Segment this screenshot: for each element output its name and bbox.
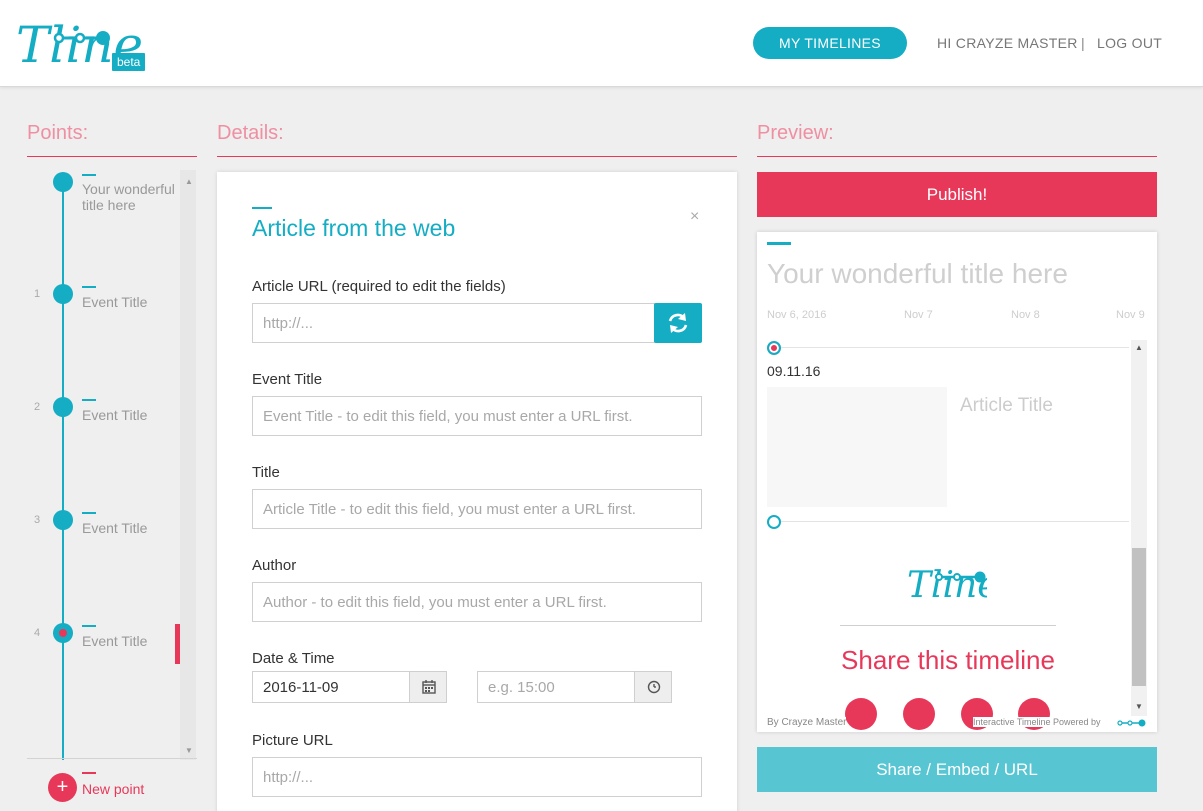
new-point-dash [82, 772, 96, 774]
time-input[interactable] [477, 671, 635, 703]
points-list: Your wonderful title here 1 Event Title … [27, 160, 197, 760]
point-circle-icon [53, 172, 73, 192]
powered-by-logo-icon[interactable] [1116, 718, 1146, 728]
points-heading-rule [27, 156, 197, 157]
logout-link[interactable]: LOG OUT [1097, 35, 1162, 51]
points-scrollbar[interactable] [180, 170, 196, 760]
date-input[interactable] [252, 671, 410, 703]
preview-author-credit: By Crayze Master [767, 717, 847, 728]
point-circle-icon [53, 284, 73, 304]
new-point-button[interactable]: + [48, 773, 77, 802]
title-label: Title [252, 464, 280, 481]
active-point-marker [175, 624, 180, 664]
details-heading-rule [217, 156, 737, 157]
picture-url-label: Picture URL [252, 732, 333, 749]
point-dash [82, 625, 96, 627]
point-label: Your wonderful title here [82, 181, 175, 213]
datetime-label: Date & Time [252, 650, 335, 667]
preview-event-line [767, 347, 1129, 348]
refresh-button[interactable] [654, 303, 702, 343]
point-number: 2 [34, 401, 41, 413]
point-circle-icon [53, 397, 73, 417]
facebook-icon[interactable] [845, 698, 877, 730]
point-dash [82, 399, 96, 401]
preview-event-dot-icon[interactable] [767, 341, 781, 355]
share-divider [840, 625, 1056, 626]
preview-heading: Preview: [757, 122, 834, 144]
scroll-up-icon[interactable]: ▲ [185, 177, 193, 186]
preview-title-accent [767, 242, 791, 245]
event-title-label: Event Title [252, 371, 323, 388]
point-number: 4 [34, 627, 41, 639]
preview-event-date: 09.11.16 [767, 363, 821, 379]
timeline-preview: Your wonderful title here Nov 6, 2016 No… [757, 232, 1157, 732]
points-heading: Points: [27, 122, 89, 144]
new-point-label[interactable]: New point [82, 781, 144, 797]
picture-url-input[interactable] [252, 757, 702, 797]
points-timeline-line [62, 182, 64, 760]
app-header: Tline beta MY TIMELINES HI CRAYZE MASTER… [0, 0, 1203, 87]
preview-heading-rule [757, 156, 1157, 157]
preview-article-title[interactable]: Article Title [960, 395, 1053, 417]
point-label: Event Title [82, 520, 148, 536]
preview-title: Your wonderful title here [767, 258, 1068, 289]
user-greeting[interactable]: HI CRAYZE MASTER [937, 35, 1078, 51]
point-dash [82, 286, 96, 288]
card-title-accent [252, 207, 272, 209]
preview-date-1: Nov 6, 2016 [767, 309, 827, 321]
share-title: Share this timeline [841, 645, 1055, 675]
calendar-icon [422, 680, 436, 694]
card-title: Article from the web [252, 215, 456, 241]
point-circle-active-icon [53, 623, 73, 643]
details-card: Article from the web × Article URL (requ… [217, 172, 737, 811]
scroll-down-icon[interactable]: ▼ [185, 746, 193, 755]
preview-scroll-thumb[interactable] [1132, 548, 1146, 686]
event-title-input[interactable] [252, 396, 702, 436]
details-heading: Details: [217, 122, 284, 144]
preview-end-dot-icon [767, 515, 781, 529]
point-label: Event Title [82, 633, 148, 649]
preview-end-line [767, 521, 1129, 522]
author-input[interactable] [252, 582, 702, 622]
points-bottom-rule [27, 758, 197, 759]
beta-badge: beta [112, 53, 146, 71]
small-logo-wordmark: Tline [907, 565, 987, 606]
preview-article-image [767, 387, 947, 507]
point-number: 3 [34, 514, 41, 526]
preview-date-4: Nov 9 [1116, 309, 1145, 321]
close-icon[interactable]: × [690, 208, 699, 226]
point-dash [82, 174, 96, 176]
my-timelines-button[interactable]: MY TIMELINES [753, 27, 907, 59]
tline-small-logo: Tline [907, 565, 987, 606]
publish-button[interactable]: Publish! [757, 172, 1157, 217]
title-input[interactable] [252, 489, 702, 529]
clock-icon [647, 680, 661, 694]
preview-scroll-down-icon[interactable]: ▼ [1135, 702, 1143, 711]
preview-powered-by[interactable]: Interactive Timeline Powered by [973, 717, 1101, 727]
calendar-button[interactable] [409, 671, 447, 703]
point-dash [82, 512, 96, 514]
article-url-input[interactable] [252, 303, 655, 343]
point-label: Event Title [82, 407, 148, 423]
share-embed-url-button[interactable]: Share / Embed / URL [757, 747, 1157, 792]
twitter-icon[interactable] [903, 698, 935, 730]
article-url-label: Article URL (required to edit the fields… [252, 278, 506, 295]
plus-icon: + [56, 776, 69, 798]
refresh-icon [668, 313, 688, 333]
point-number: 1 [34, 288, 41, 300]
point-label: Event Title [82, 294, 148, 310]
preview-date-3: Nov 8 [1011, 309, 1040, 321]
preview-date-2: Nov 7 [904, 309, 933, 321]
active-dot-icon [59, 629, 67, 637]
author-label: Author [252, 557, 297, 574]
preview-scroll-up-icon[interactable]: ▲ [1135, 343, 1143, 352]
clock-button[interactable] [634, 671, 672, 703]
header-separator: | [1081, 35, 1085, 51]
point-circle-icon [53, 510, 73, 530]
